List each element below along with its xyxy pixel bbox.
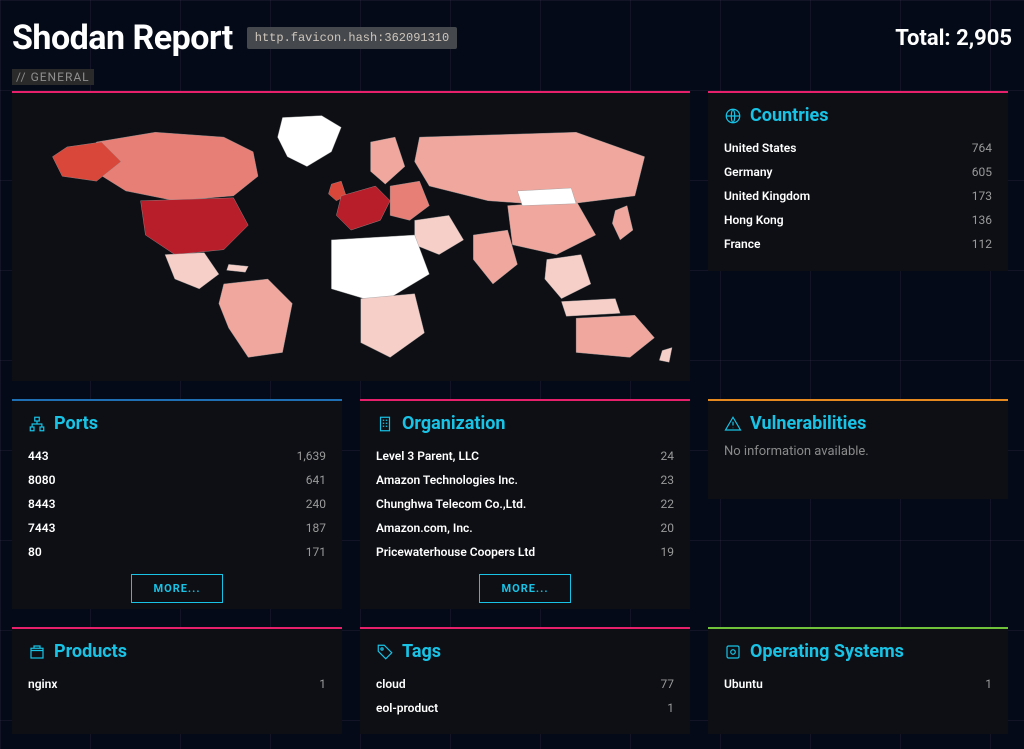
os-list: Ubuntu1	[724, 672, 992, 696]
globe-icon	[724, 107, 742, 125]
list-item[interactable]: Amazon Technologies Inc.23	[376, 468, 674, 492]
list-item[interactable]: United States764	[724, 136, 992, 160]
list-item[interactable]: nginx1	[28, 672, 326, 696]
products-card: Products nginx1	[12, 627, 342, 734]
list-item[interactable]: Germany605	[724, 160, 992, 184]
vulnerabilities-title: Vulnerabilities	[750, 413, 866, 434]
list-item[interactable]: 8080641	[28, 468, 326, 492]
list-item[interactable]: Pricewaterhouse Coopers Ltd19	[376, 540, 674, 564]
countries-title: Countries	[750, 105, 829, 126]
page-title: Shodan Report	[12, 18, 233, 58]
vulnerabilities-empty-text: No information available.	[724, 444, 992, 459]
tags-title: Tags	[402, 641, 441, 662]
vulnerabilities-card: Vulnerabilities No information available…	[708, 399, 1008, 499]
header: Shodan Report http.favicon.hash:36209131…	[12, 18, 1012, 58]
building-icon	[376, 415, 394, 433]
sitemap-icon	[28, 415, 46, 433]
search-query-pill[interactable]: http.favicon.hash:362091310	[247, 27, 457, 49]
operating-systems-card: Operating Systems Ubuntu1	[708, 627, 1008, 734]
warning-icon	[724, 415, 742, 433]
organization-list: Level 3 Parent, LLC24Amazon Technologies…	[376, 444, 674, 564]
tags-card: Tags cloud77eol-product1	[360, 627, 690, 734]
organization-card: Organization Level 3 Parent, LLC24Amazon…	[360, 399, 690, 609]
list-item[interactable]: eol-product1	[376, 696, 674, 720]
list-item[interactable]: Ubuntu1	[724, 672, 992, 696]
list-item[interactable]: 80171	[28, 540, 326, 564]
list-item[interactable]: United Kingdom173	[724, 184, 992, 208]
organization-more-button[interactable]: MORE...	[479, 574, 571, 603]
world-map-card	[12, 91, 690, 381]
organization-title: Organization	[402, 413, 506, 434]
list-item[interactable]: Level 3 Parent, LLC24	[376, 444, 674, 468]
os-title: Operating Systems	[750, 641, 904, 662]
list-item[interactable]: 7443187	[28, 516, 326, 540]
ports-title: Ports	[54, 413, 98, 434]
world-map[interactable]	[28, 105, 674, 365]
list-item[interactable]: Chunghwa Telecom Co.,Ltd.22	[376, 492, 674, 516]
countries-card: Countries United States764Germany605Unit…	[708, 91, 1008, 271]
products-list: nginx1	[28, 672, 326, 696]
tag-icon	[376, 643, 394, 661]
countries-list: United States764Germany605United Kingdom…	[724, 136, 992, 256]
section-label-general: // GENERAL	[12, 69, 94, 85]
ports-card: Ports 4431,63980806418443240744318780171…	[12, 399, 342, 609]
list-item[interactable]: France112	[724, 232, 992, 256]
list-item[interactable]: 8443240	[28, 492, 326, 516]
disc-icon	[724, 643, 742, 661]
ports-more-button[interactable]: MORE...	[131, 574, 223, 603]
list-item[interactable]: cloud77	[376, 672, 674, 696]
list-item[interactable]: Amazon.com, Inc.20	[376, 516, 674, 540]
products-title: Products	[54, 641, 127, 662]
tags-list: cloud77eol-product1	[376, 672, 674, 720]
box-icon	[28, 643, 46, 661]
total-count: Total: 2,905	[895, 26, 1012, 51]
list-item[interactable]: 4431,639	[28, 444, 326, 468]
ports-list: 4431,63980806418443240744318780171	[28, 444, 326, 564]
list-item[interactable]: Hong Kong136	[724, 208, 992, 232]
